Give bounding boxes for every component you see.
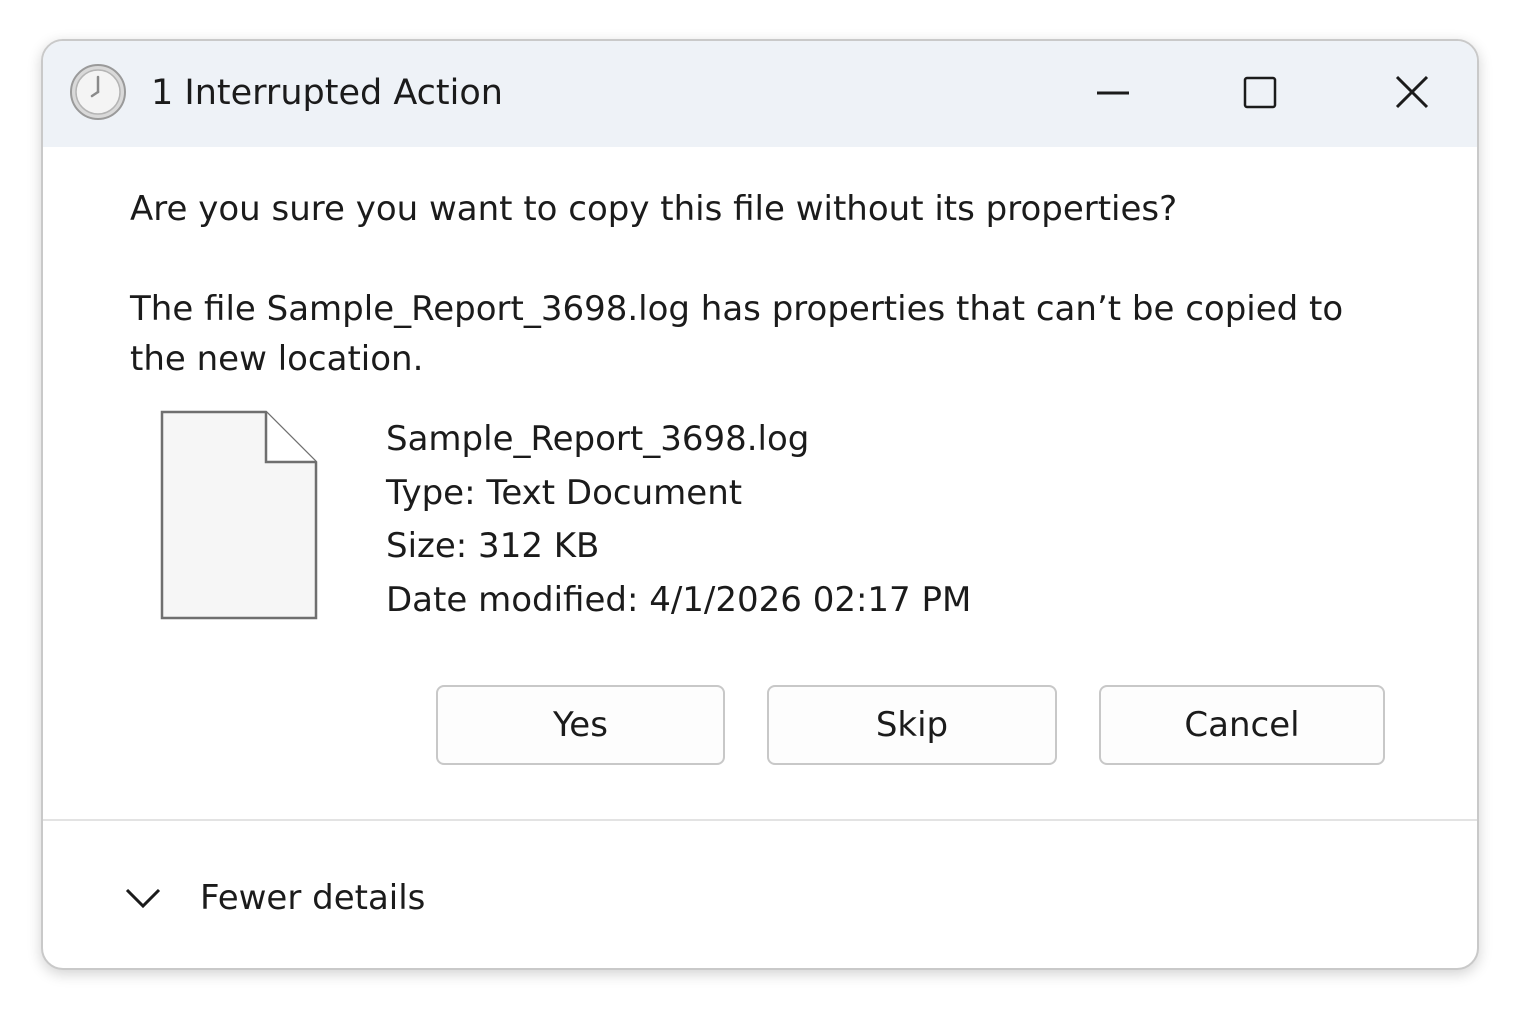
minimize-icon	[1097, 91, 1129, 95]
maximize-icon	[1243, 76, 1277, 109]
dialog-title: 1 Interrupted Action	[151, 73, 503, 113]
cancel-button[interactable]: Cancel	[1099, 685, 1385, 765]
explanation-text: The file Sample_Report_3698.log has prop…	[130, 289, 1344, 379]
file-details: Sample_Report_3698.log Type: Text Docume…	[386, 413, 971, 627]
document-icon	[160, 410, 318, 620]
footer-divider	[43, 819, 1477, 821]
chevron-down-icon	[119, 880, 167, 916]
skip-button[interactable]: Skip	[767, 685, 1057, 765]
confirmation-question: Are you sure you want to copy this file …	[130, 189, 1178, 229]
minimize-button[interactable]	[1078, 59, 1148, 125]
close-icon	[1395, 75, 1429, 109]
fewer-details-label: Fewer details	[200, 878, 426, 918]
interrupted-action-dialog: 1 Interrupted Action Are you sure you wa…	[41, 39, 1479, 970]
close-button[interactable]	[1377, 59, 1447, 125]
maximize-button[interactable]	[1225, 59, 1295, 125]
file-size: Size: 312 KB	[386, 526, 600, 566]
file-type: Type: Text Document	[386, 472, 743, 513]
fewer-details-toggle[interactable]: Fewer details	[113, 866, 443, 932]
file-date-modified: Date modified: 4/1/2026 02:17 PM	[386, 579, 972, 620]
title-bar[interactable]: 1 Interrupted Action	[43, 41, 1477, 147]
clock-icon	[69, 63, 127, 121]
file-name: Sample_Report_3698.log	[386, 419, 810, 459]
yes-button[interactable]: Yes	[436, 685, 725, 765]
